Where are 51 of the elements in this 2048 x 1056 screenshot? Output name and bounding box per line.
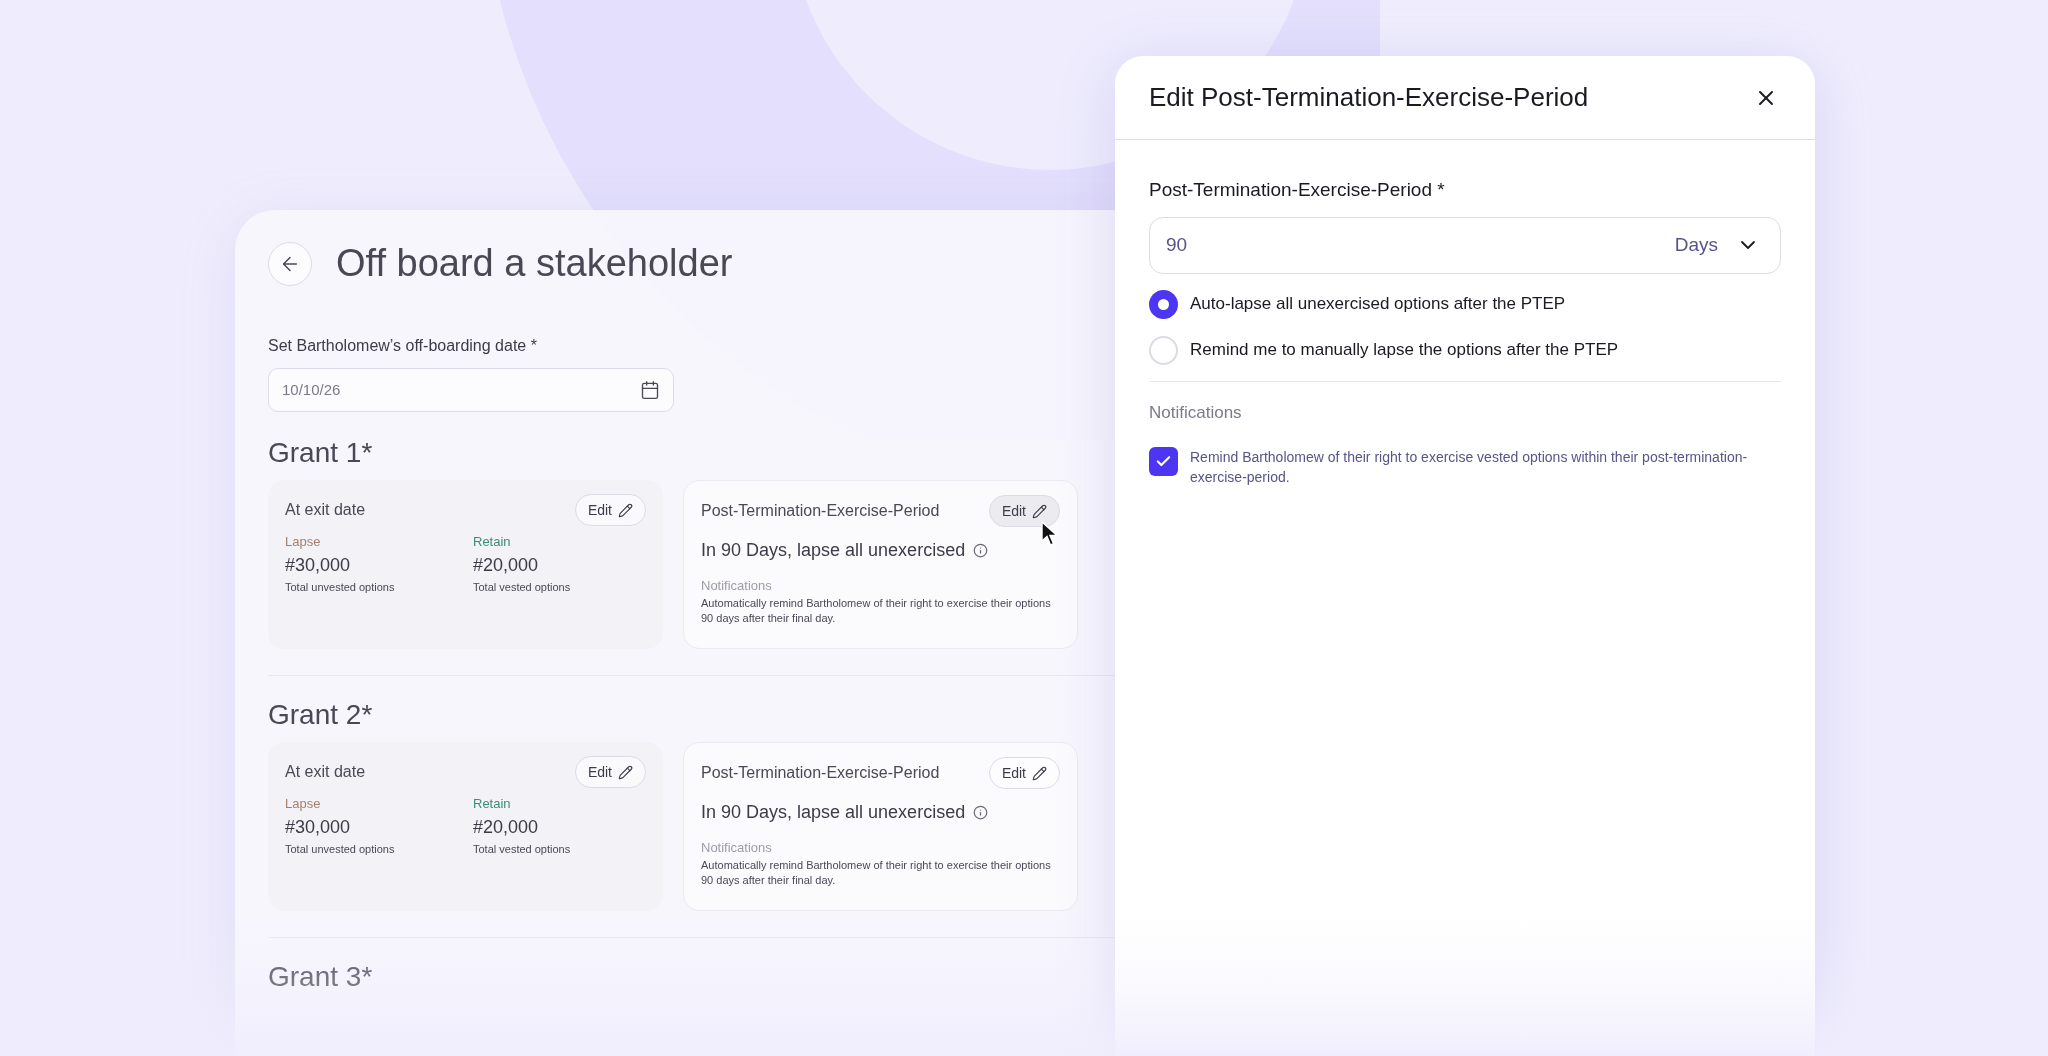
notifications-label: Notifications	[1149, 401, 1242, 424]
page-title: Off board a stakeholder	[336, 241, 733, 286]
reminder-text: Remind Bartholomew of their right to exercise vested options within their post-termination-exercise-period.	[1190, 448, 1749, 487]
retain-label: Retain	[473, 533, 512, 551]
grant-heading: Grant 1*	[268, 436, 373, 470]
radio-button[interactable]	[1149, 335, 1178, 365]
unit-dropdown[interactable]: Days	[1674, 230, 1718, 260]
pencil-icon	[1032, 503, 1047, 519]
notifications-text: Automatically remind Bartholomew of their right to exercise their options 90 days after their final day.	[701, 595, 1052, 626]
radio-label: Auto-lapse all unexercised options after the PTEP	[1190, 293, 1566, 316]
pencil-icon	[618, 764, 633, 780]
checkbox[interactable]	[1149, 447, 1178, 476]
radio-button[interactable]	[1149, 289, 1178, 319]
pencil-icon	[618, 502, 633, 518]
notifications-label: Notifications	[701, 577, 773, 595]
lapse-label: Lapse	[285, 533, 322, 551]
grant-heading: Grant 2*	[268, 698, 373, 732]
card-title: Post-Termination-Exercise-Period	[701, 501, 940, 521]
field-label: Post-Termination-Exercise-Period *	[1149, 178, 1445, 202]
ptep-summary: In 90 Days, lapse all unexercised	[701, 801, 966, 824]
ptep-summary: In 90 Days, lapse all unexercised	[701, 539, 966, 562]
retain-value: #20,000	[473, 815, 540, 839]
lapse-caption: Total unvested options	[285, 841, 396, 857]
card-title: Post-Termination-Exercise-Period	[701, 763, 940, 783]
calendar-icon	[640, 380, 660, 400]
retain-caption: Total vested options	[473, 841, 571, 857]
card-title: At exit date	[285, 762, 366, 782]
retain-caption: Total vested options	[473, 579, 571, 595]
retain-value: #20,000	[473, 553, 540, 577]
period-field[interactable]: 90 Days	[1149, 216, 1781, 274]
lapse-label: Lapse	[285, 795, 322, 813]
retain-label: Retain	[473, 795, 512, 813]
edit-button[interactable]: Edit	[988, 757, 1060, 789]
info-icon	[973, 805, 989, 820]
info-icon	[973, 543, 989, 558]
notifications-label: Notifications	[701, 839, 773, 857]
lapse-value: #30,000	[285, 815, 352, 839]
notifications-text: Automatically remind Bartholomew of their right to exercise their options 90 days after their final day.	[701, 857, 1052, 888]
back-button[interactable]	[268, 241, 312, 286]
lapse-value: #30,000	[285, 553, 352, 577]
date-field[interactable]: 10/10/26	[268, 368, 674, 412]
pencil-icon	[1032, 765, 1047, 781]
radio-label: Remind me to manually lapse the options after the PTEP	[1190, 339, 1619, 362]
edit-button[interactable]: Edit	[574, 756, 646, 788]
grant-heading: Grant 3*	[268, 960, 373, 994]
date-label: Set Bartholomew’s off-boarding date *	[268, 336, 537, 356]
edit-button[interactable]: Edit	[988, 495, 1060, 527]
panel-title: Edit Post-Termination-Exercise-Period	[1149, 81, 1589, 114]
lapse-caption: Total unvested options	[285, 579, 396, 595]
edit-button[interactable]: Edit	[574, 494, 646, 526]
card-title: At exit date	[285, 500, 366, 520]
